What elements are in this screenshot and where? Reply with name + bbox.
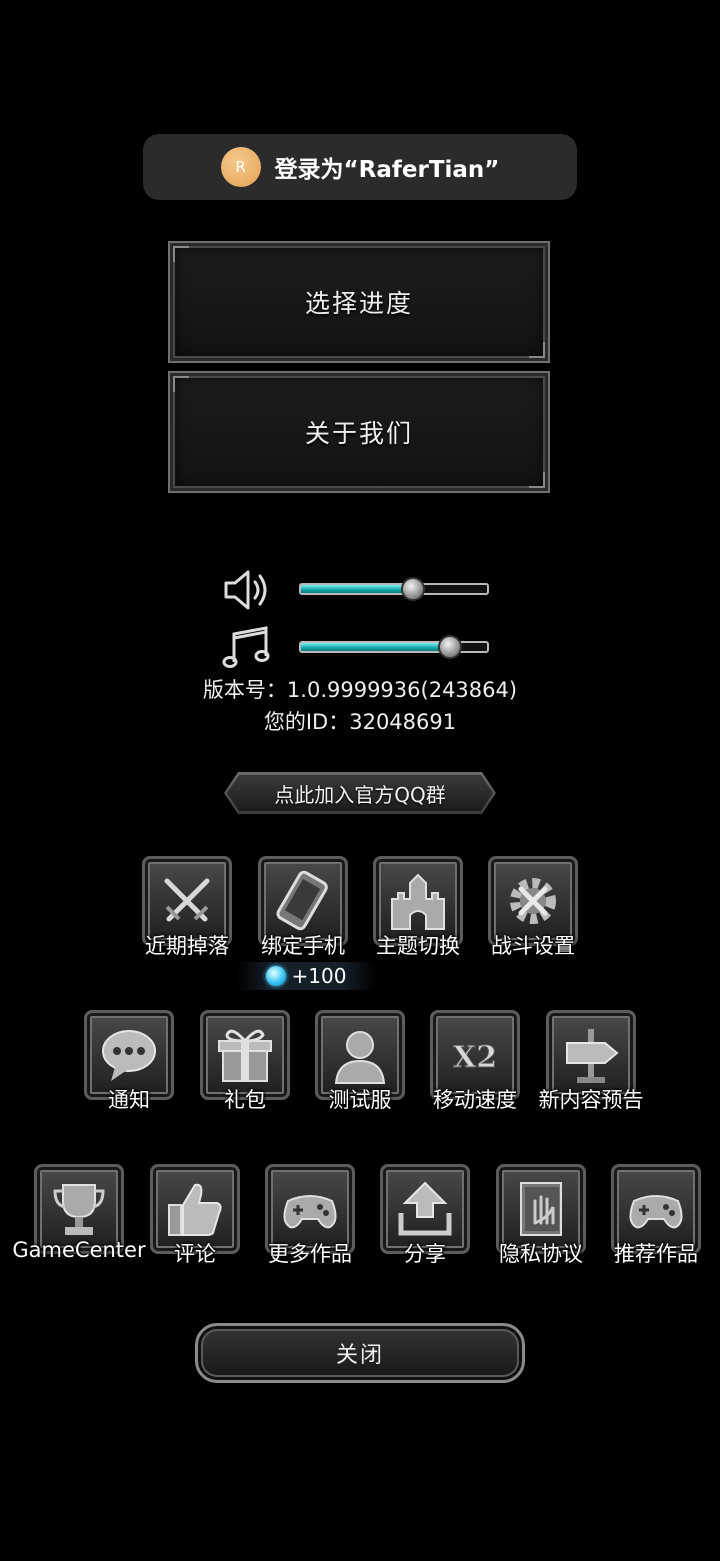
gamecenter-button[interactable]: GameCenter (12, 1164, 146, 1274)
bind-phone-button[interactable]: 绑定手机 (248, 856, 358, 966)
close-button[interactable]: 关闭 (195, 1323, 525, 1383)
version-text: 版本号：1.0.9999936(243864) (202, 678, 518, 702)
user-id-text: 您的ID：32048691 (263, 710, 457, 734)
gear-tools-icon (510, 878, 556, 924)
sound-slider-row (222, 566, 502, 614)
phone-bind-reward-badge: +100 (236, 962, 376, 990)
avatar: R (220, 147, 261, 187)
gamepad-icon (283, 1195, 337, 1229)
new-content-preview-button[interactable]: 新内容预告 (536, 1010, 646, 1120)
privacy-policy-button[interactable]: 隐私协议 (486, 1164, 596, 1274)
move-speed-button[interactable]: X2 移动速度 (420, 1010, 530, 1120)
login-text: 登录为“RaferTian” (274, 157, 500, 183)
music-slider-knob[interactable] (437, 635, 462, 659)
login-toast: R 登录为“RaferTian” (143, 134, 577, 200)
more-games-button[interactable]: 更多作品 (255, 1164, 365, 1274)
gift-pack-button[interactable]: 礼包 (190, 1010, 300, 1120)
join-qq-group-button[interactable]: 点此加入官方QQ群 (224, 772, 496, 814)
gamepad-icon (629, 1195, 683, 1229)
music-slider[interactable] (299, 635, 489, 659)
new-content-preview-label: 新内容预告 (538, 1088, 644, 1112)
book-hand-icon (520, 1182, 562, 1236)
battle-settings-label: 战斗设置 (491, 934, 575, 958)
recent-drops-button[interactable]: 近期掉落 (132, 856, 242, 966)
music-slider-fill (301, 643, 450, 651)
gift-icon (218, 1029, 272, 1082)
trophy-icon (53, 1184, 105, 1235)
test-server-button[interactable]: 测试服 (305, 1010, 415, 1120)
thumbs-up-icon (168, 1183, 222, 1236)
music-slider-row (222, 624, 502, 672)
x2-icon: X2 (452, 1040, 497, 1076)
join-qq-group-label: 点此加入官方QQ群 (274, 782, 446, 807)
select-progress-button[interactable]: 选择进度 (168, 241, 550, 363)
speech-bubble-icon (102, 1030, 156, 1081)
person-icon (334, 1031, 386, 1084)
sound-slider-fill (301, 585, 413, 593)
theme-switch-button[interactable]: 主题切换 (363, 856, 473, 966)
share-button[interactable]: 分享 (370, 1164, 480, 1274)
music-note-icon (222, 626, 270, 668)
signpost-icon (566, 1029, 619, 1083)
about-us-button[interactable]: 关于我们 (168, 371, 550, 493)
recommended-games-button[interactable]: 推荐作品 (601, 1164, 711, 1274)
battle-settings-button[interactable]: 战斗设置 (478, 856, 588, 966)
x2-icon-text: X2 (453, 1040, 497, 1075)
gem-icon (265, 966, 286, 986)
share-icon (398, 1181, 452, 1236)
speaker-icon (224, 570, 267, 610)
phone-icon (276, 870, 328, 931)
notice-button[interactable]: 通知 (74, 1010, 184, 1120)
sound-slider[interactable] (299, 577, 489, 601)
castle-icon (391, 873, 445, 930)
recommended-games-label: 推荐作品 (614, 1242, 698, 1266)
review-button[interactable]: 评论 (140, 1164, 250, 1274)
crossed-swords-icon (164, 878, 210, 922)
reward-amount: +100 (291, 964, 347, 988)
sound-slider-knob[interactable] (400, 577, 425, 601)
